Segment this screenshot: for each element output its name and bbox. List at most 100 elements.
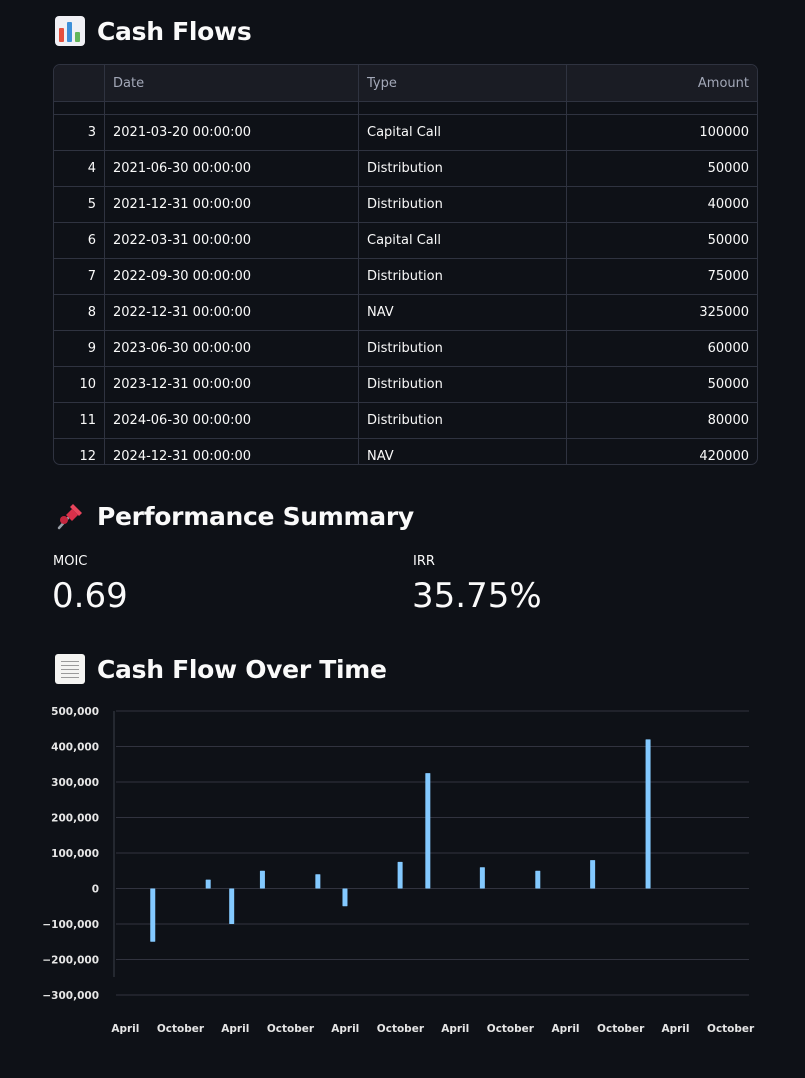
irr-value: 35.75% bbox=[412, 576, 542, 616]
cash-flow-bar bbox=[645, 739, 651, 889]
row-index-cell[interactable]: 9 bbox=[54, 331, 105, 366]
date-cell[interactable]: 2021-06-30 00:00:00 bbox=[105, 151, 359, 186]
cash-flow-bar bbox=[535, 870, 541, 889]
table-row[interactable]: 9 2023-06-30 00:00:00 Distribution 60000 bbox=[54, 331, 757, 367]
cash-flows-title: Cash Flows bbox=[97, 16, 252, 46]
amount-cell[interactable]: 50000 bbox=[567, 223, 757, 258]
moic-label: MOIC bbox=[53, 554, 88, 569]
row-index-cell[interactable]: 6 bbox=[54, 223, 105, 258]
x-tick-label: April bbox=[552, 1023, 580, 1035]
amount-cell[interactable]: 50000 bbox=[567, 151, 757, 186]
date-column-header[interactable]: Date bbox=[105, 65, 359, 101]
cash-flows-table[interactable]: Date Type Amount 3 2021-03-20 00:00:00 Cap… bbox=[53, 64, 758, 465]
cash-flow-bar bbox=[425, 773, 431, 889]
type-column-header[interactable]: Type bbox=[359, 65, 567, 101]
y-tick-label: −100,000 bbox=[42, 919, 99, 931]
receipt-icon bbox=[55, 654, 85, 684]
row-index-cell[interactable]: 11 bbox=[54, 403, 105, 438]
type-cell[interactable]: Distribution bbox=[359, 187, 567, 222]
row-index-cell[interactable]: 12 bbox=[54, 439, 105, 464]
cash-flow-bar bbox=[150, 888, 156, 942]
table-body[interactable]: 3 2021-03-20 00:00:00 Capital Call 100000 4 2… bbox=[54, 102, 757, 464]
date-cell[interactable]: 2023-12-31 00:00:00 bbox=[105, 367, 359, 402]
y-tick-label: 0 bbox=[92, 884, 99, 896]
table-row[interactable]: 12 2024-12-31 00:00:00 NAV 420000 bbox=[54, 439, 757, 464]
cash-flow-bar bbox=[479, 867, 485, 889]
type-cell[interactable]: Capital Call bbox=[359, 115, 567, 150]
x-tick-label: October bbox=[487, 1023, 535, 1035]
table-row[interactable]: 11 2024-06-30 00:00:00 Distribution 80000 bbox=[54, 403, 757, 439]
amount-cell[interactable]: 80000 bbox=[567, 403, 757, 438]
y-tick-label: 500,000 bbox=[51, 706, 99, 718]
date-cell[interactable]: 2022-03-31 00:00:00 bbox=[105, 223, 359, 258]
cash-flow-bar bbox=[342, 888, 348, 907]
pushpin-icon bbox=[55, 501, 85, 531]
cash-flow-bar bbox=[590, 860, 596, 889]
row-index-cell[interactable]: 3 bbox=[54, 115, 105, 150]
y-tick-label: −200,000 bbox=[42, 955, 99, 967]
y-tick-label: 200,000 bbox=[51, 813, 99, 825]
table-row[interactable]: 3 2021-03-20 00:00:00 Capital Call 100000 bbox=[54, 115, 757, 151]
x-tick-label: October bbox=[267, 1023, 315, 1035]
table-row[interactable]: 10 2023-12-31 00:00:00 Distribution 50000 bbox=[54, 367, 757, 403]
table-row[interactable]: 8 2022-12-31 00:00:00 NAV 325000 bbox=[54, 295, 757, 331]
y-tick-label: 100,000 bbox=[51, 848, 99, 860]
amount-cell[interactable]: 325000 bbox=[567, 295, 757, 330]
y-tick-label: 400,000 bbox=[51, 742, 99, 754]
irr-label: IRR bbox=[413, 554, 435, 569]
table-row[interactable]: 4 2021-06-30 00:00:00 Distribution 50000 bbox=[54, 151, 757, 187]
x-tick-label: April bbox=[331, 1023, 359, 1035]
performance-heading: Performance Summary bbox=[55, 501, 414, 531]
amount-cell[interactable]: 40000 bbox=[567, 187, 757, 222]
type-cell[interactable]: NAV bbox=[359, 295, 567, 330]
cash-flow-bar bbox=[259, 870, 265, 889]
row-index-cell[interactable]: 10 bbox=[54, 367, 105, 402]
cash-flow-bar bbox=[229, 888, 235, 924]
type-cell[interactable]: Distribution bbox=[359, 259, 567, 294]
type-cell[interactable]: Distribution bbox=[359, 151, 567, 186]
amount-cell[interactable]: 60000 bbox=[567, 331, 757, 366]
table-row[interactable]: 5 2021-12-31 00:00:00 Distribution 40000 bbox=[54, 187, 757, 223]
cash-flow-bar bbox=[397, 861, 403, 889]
chart-heading: Cash Flow Over Time bbox=[55, 654, 387, 684]
cash-flow-bar bbox=[205, 879, 211, 889]
amount-column-header[interactable]: Amount bbox=[567, 65, 757, 101]
y-tick-label: 300,000 bbox=[51, 777, 99, 789]
amount-cell[interactable]: 50000 bbox=[567, 367, 757, 402]
type-cell[interactable]: Distribution bbox=[359, 331, 567, 366]
amount-cell[interactable]: 75000 bbox=[567, 259, 757, 294]
bar-chart-icon bbox=[55, 16, 85, 46]
x-tick-label: October bbox=[707, 1023, 755, 1035]
amount-cell[interactable]: 420000 bbox=[567, 439, 757, 464]
x-tick-label: October bbox=[157, 1023, 205, 1035]
table-row-partial bbox=[54, 102, 757, 115]
date-cell[interactable]: 2022-12-31 00:00:00 bbox=[105, 295, 359, 330]
table-header: Date Type Amount bbox=[54, 65, 757, 102]
index-column-header[interactable] bbox=[54, 65, 105, 101]
chart-title: Cash Flow Over Time bbox=[97, 654, 387, 684]
performance-title: Performance Summary bbox=[97, 501, 414, 531]
cash-flow-chart[interactable]: 500,000 400,000 300,000 200,000 100,000 0 −100… bbox=[0, 690, 805, 1060]
date-cell[interactable]: 2021-12-31 00:00:00 bbox=[105, 187, 359, 222]
row-index-cell[interactable]: 8 bbox=[54, 295, 105, 330]
cash-flows-heading: Cash Flows bbox=[55, 16, 252, 46]
date-cell[interactable]: 2022-09-30 00:00:00 bbox=[105, 259, 359, 294]
type-cell[interactable]: Distribution bbox=[359, 367, 567, 402]
amount-cell[interactable]: 100000 bbox=[567, 115, 757, 150]
x-tick-label: April bbox=[221, 1023, 249, 1035]
x-tick-label: April bbox=[661, 1023, 689, 1035]
row-index-cell[interactable]: 7 bbox=[54, 259, 105, 294]
y-tick-label: −300,000 bbox=[42, 990, 99, 1002]
date-cell[interactable]: 2023-06-30 00:00:00 bbox=[105, 331, 359, 366]
table-row[interactable]: 7 2022-09-30 00:00:00 Distribution 75000 bbox=[54, 259, 757, 295]
date-cell[interactable]: 2024-06-30 00:00:00 bbox=[105, 403, 359, 438]
date-cell[interactable]: 2024-12-31 00:00:00 bbox=[105, 439, 359, 464]
type-cell[interactable]: Distribution bbox=[359, 403, 567, 438]
type-cell[interactable]: Capital Call bbox=[359, 223, 567, 258]
table-row[interactable]: 6 2022-03-31 00:00:00 Capital Call 50000 bbox=[54, 223, 757, 259]
moic-value: 0.69 bbox=[52, 576, 128, 616]
date-cell[interactable]: 2021-03-20 00:00:00 bbox=[105, 115, 359, 150]
row-index-cell[interactable]: 5 bbox=[54, 187, 105, 222]
type-cell[interactable]: NAV bbox=[359, 439, 567, 464]
row-index-cell[interactable]: 4 bbox=[54, 151, 105, 186]
